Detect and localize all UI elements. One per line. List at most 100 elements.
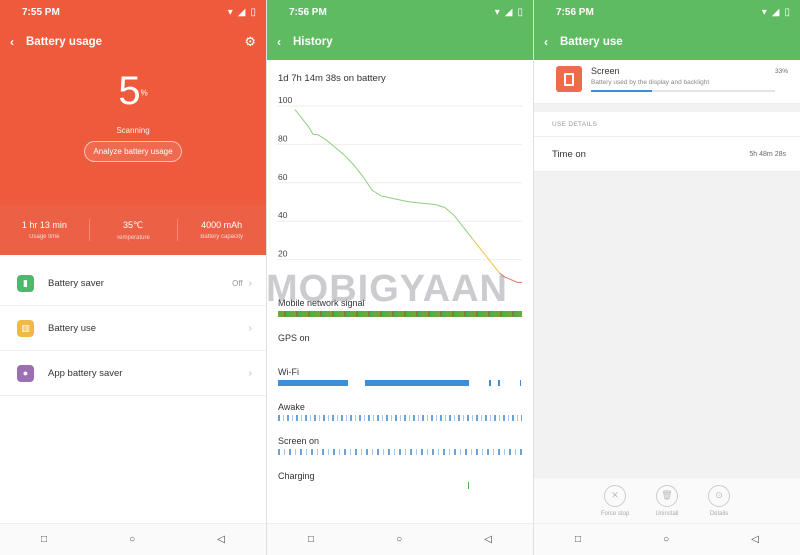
signal-icon: ◢ [237,6,246,18]
battery-line-segment [494,266,500,274]
battery-data-point [517,282,518,283]
back-icon[interactable]: ‹ [277,35,293,49]
signal-icon: ◢ [771,6,780,18]
y-tick-label: 20 [278,249,288,259]
battery-data-point [408,201,409,202]
battery-data-point [317,134,318,135]
y-tick-label: 60 [278,172,288,182]
signal-label: GPS on [278,332,310,343]
battery-line-segment [426,203,436,206]
battery-data-point [308,126,309,127]
battery-line-segment [381,195,391,199]
battery-line-segment [294,109,300,116]
force-stop-button[interactable]: ✕ Force stop [595,484,635,517]
awake-bar [278,414,522,421]
menu-item-app-battery-saver[interactable]: ● App battery saver › [0,351,266,396]
back-icon[interactable]: ‹ [544,35,560,49]
signal-icon: ◢ [504,6,513,18]
status-bar: 7:55 PM ▾ ◢ ▯ [0,0,266,24]
back-icon[interactable]: ‹ [10,35,26,49]
battery-line-segment [508,278,514,281]
wifi-icon: ▾ [761,6,767,18]
battery-saver-icon: ▮ [17,274,34,292]
signal-row-awake: Awake [267,398,533,433]
battery-line-segment [362,176,373,191]
info-icon: ⊙ [708,484,730,507]
stat-usage-time: 1 hr 13 min Usage time [21,220,67,240]
battery-usage-screen: 7:55 PM ▾ ◢ ▯ ‹ Battery usage ⚙ 5% Scann… [0,0,266,555]
back-nav-icon[interactable]: ◁ [484,534,492,545]
battery-data-point [363,176,364,177]
battery-icon: ▯ [250,6,256,18]
back-nav-icon[interactable]: ◁ [217,534,225,545]
mobile-signal-bar [278,311,522,317]
panel-divider [266,0,267,555]
details-button[interactable]: ⊙ Details [699,484,739,517]
signal-label: Awake [278,401,305,412]
menu-label: Battery use [48,322,97,334]
home-icon[interactable]: ○ [396,534,402,545]
battery-data-point [354,165,355,166]
battery-percent: 5% [118,69,148,113]
usage-item-title: Screen [591,66,620,76]
nav-bar: □ ○ ◁ [534,523,800,555]
status-time: 7:55 PM [22,6,60,18]
battery-icon: ▯ [784,6,790,18]
menu-value: Off [232,278,243,288]
analyze-button[interactable]: Analyze battery usage [84,141,182,163]
signal-label: Mobile network signal [278,298,365,308]
screen-usage-card[interactable]: Screen Battery used by the display and b… [534,60,800,104]
history-header: 7:56 PM ▾ ◢ ▯ ‹ History [267,0,533,60]
page-title: History [293,36,333,48]
app-bar: ‹ Battery usage ⚙ [0,24,266,60]
uninstall-button[interactable]: 🗑 Uninstall [647,484,687,517]
screen-icon [556,66,582,92]
usage-item-subtitle: Battery used by the display and backligh… [591,79,710,86]
battery-line-segment [299,115,305,122]
battery-line-segment [353,164,364,178]
signal-row-charging: Charging [267,467,533,502]
action-label: Uninstall [655,510,679,517]
battery-data-point [335,148,336,149]
section-title: USE DETAILS [534,112,800,136]
status-icons: ▾ ◢ ▯ [762,7,790,18]
battery-data-point [522,282,523,283]
battery-line-segment [303,120,310,128]
menu-item-battery-saver[interactable]: ▮ Battery saver Off › [0,261,266,306]
recents-icon[interactable]: □ [41,534,47,545]
signal-label: Screen on [278,436,320,447]
recents-icon[interactable]: □ [575,534,581,545]
page-title: Battery use [560,36,623,48]
chevron-right-icon: › [248,322,252,334]
menu-item-battery-use[interactable]: ▥ Battery use › [0,306,266,351]
home-icon[interactable]: ○ [663,534,669,545]
battery-line-segment [335,147,346,157]
recents-icon[interactable]: □ [308,534,314,545]
action-label: Details [709,510,729,517]
battery-data-point [326,140,327,141]
battery-line-segment [462,226,473,239]
battery-hero: 5% Scanning Analyze battery usage [0,60,266,205]
battery-line-segment [503,276,509,280]
battery-data-point [472,238,473,239]
battery-line-segment [344,155,355,166]
home-icon[interactable]: ○ [129,534,135,545]
battery-line-segment [512,280,518,283]
battery-data-point [481,249,482,250]
wifi-icon: ▾ [494,6,500,18]
battery-line-segment [435,204,445,208]
status-icons: ▾ ◢ ▯ [228,7,256,18]
y-tick-label: 40 [278,210,288,220]
usage-progress [591,90,775,92]
status-time: 7:56 PM [556,6,594,18]
battery-line-segment [371,189,382,197]
battery-use-header: 7:56 PM ▾ ◢ ▯ ‹ Battery use [534,0,800,60]
battery-duration: 1d 7h 14m 38s on battery [278,73,386,84]
scanning-label: Scanning [116,126,150,136]
history-screen: 7:56 PM ▾ ◢ ▯ ‹ History 1d 7h 14m 38s on… [267,0,533,555]
battery-stats: 1 hr 13 min Usage time 35℃ Temperature 400… [0,205,266,255]
gear-icon[interactable]: ⚙ [244,34,256,50]
battery-data-point [399,199,400,200]
back-nav-icon[interactable]: ◁ [751,534,759,545]
y-tick-label: 100 [278,96,292,105]
